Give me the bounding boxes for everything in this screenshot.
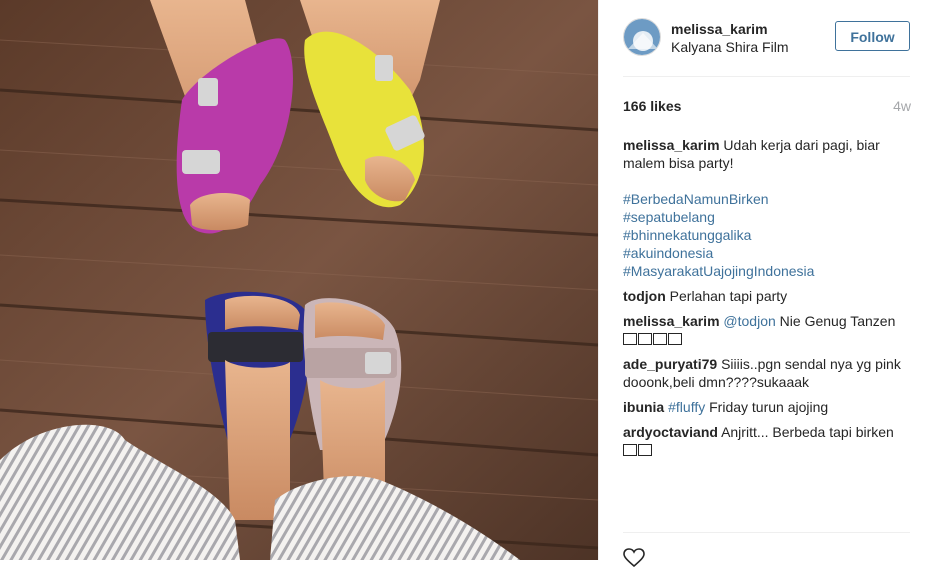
comment-text: Anjritt... Berbeda tapi birken — [721, 424, 894, 440]
comment-mention[interactable]: @todjon — [723, 313, 775, 329]
hashtag-link[interactable]: #bhinnekatunggalika — [623, 226, 913, 244]
comment-username[interactable]: ardyoctaviand — [623, 424, 718, 440]
hashtag-link[interactable]: #akuindonesia — [623, 244, 913, 262]
hashtag-link[interactable]: #MasyarakatUajojingIndonesia — [623, 262, 913, 280]
avatar[interactable] — [623, 18, 661, 56]
comment-item: melissa_karim @todjon Nie Genug Tanzen — [623, 312, 913, 348]
post-location[interactable]: Kalyana Shira Film — [671, 39, 789, 55]
comment-username[interactable]: ibunia — [623, 399, 664, 415]
comment-item: ade_puryati79 Siiiis..pgn sendal nya yg … — [623, 355, 913, 391]
caption-tags: #BerbedaNamunBirken #sepatubelang #bhinn… — [623, 190, 913, 280]
hashtag-link[interactable]: #sepatubelang — [623, 208, 913, 226]
divider — [623, 532, 910, 533]
comment-item: ibunia #fluffy Friday turun ajojing — [623, 398, 913, 416]
comment-text: Nie Genug Tanzen — [779, 313, 896, 329]
hashtag-link[interactable]: #BerbedaNamunBirken — [623, 190, 913, 208]
caption: melissa_karim Udah kerja dari pagi, biar… — [623, 136, 913, 280]
caption-username[interactable]: melissa_karim — [623, 137, 720, 153]
comment-text: Perlahan tapi party — [669, 288, 788, 304]
post-username[interactable]: melissa_karim — [671, 21, 768, 37]
comment-item: todjon Perlahan tapi party — [623, 287, 913, 305]
post-sidebar: melissa_karim Kalyana Shira Film Follow … — [598, 0, 932, 568]
comment-username[interactable]: ade_puryati79 — [623, 356, 717, 372]
post-photo[interactable] — [0, 0, 598, 560]
post-header: melissa_karim Kalyana Shira Film Follow — [623, 18, 910, 58]
emoji-placeholder-icon — [623, 331, 683, 347]
comment-item: ardyoctaviand Anjritt... Berbeda tapi bi… — [623, 423, 913, 459]
comment-text: Friday turun ajojing — [709, 399, 829, 415]
comment-hashtag[interactable]: #fluffy — [668, 399, 705, 415]
heart-outline-icon[interactable] — [623, 548, 645, 568]
comment-username[interactable]: melissa_karim — [623, 313, 720, 329]
comment-username[interactable]: todjon — [623, 288, 666, 304]
emoji-placeholder-icon — [623, 442, 653, 458]
follow-button[interactable]: Follow — [835, 21, 910, 51]
sandals-photo-image — [0, 0, 598, 560]
likes-count[interactable]: 166 likes — [623, 98, 681, 114]
avatar-image — [624, 19, 660, 55]
divider — [623, 76, 910, 77]
post-time[interactable]: 4w — [893, 98, 911, 114]
comments-list: melissa_karim Udah kerja dari pagi, biar… — [623, 136, 913, 466]
